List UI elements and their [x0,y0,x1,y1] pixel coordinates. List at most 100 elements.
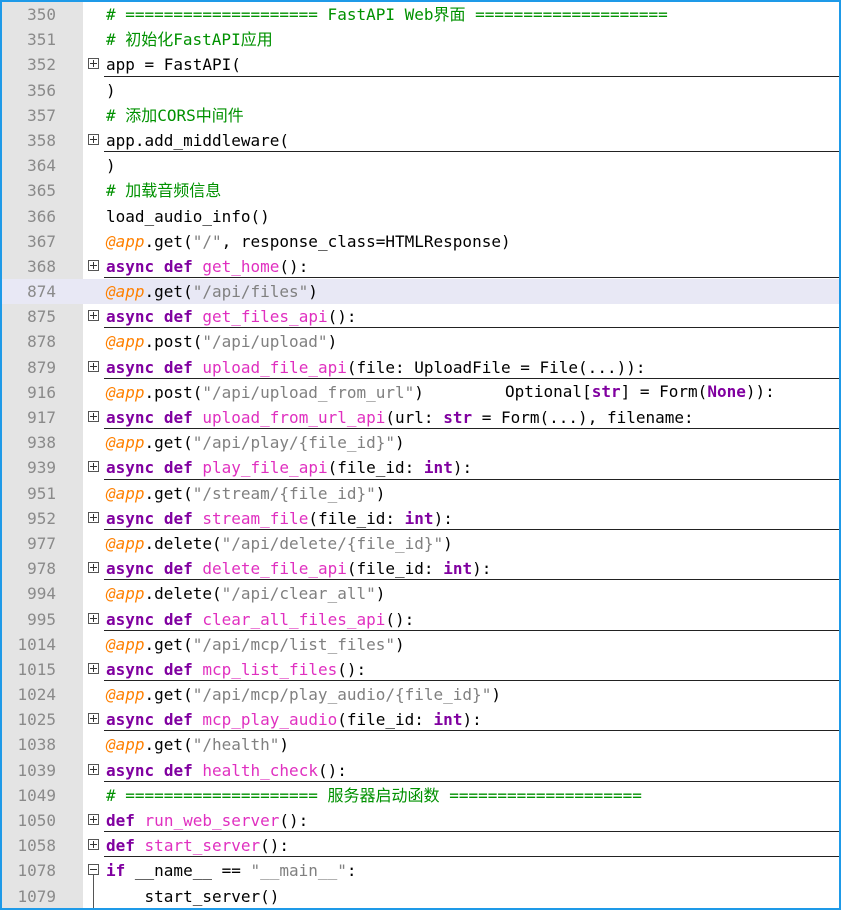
fold-expand-icon[interactable] [88,411,99,422]
code-text[interactable]: async def upload_from_url_api(url: str =… [106,405,694,430]
code-line[interactable]: 356) [2,78,839,103]
code-line[interactable]: 1039 async def health_check(): [2,758,839,783]
code-text[interactable]: async def get_files_api(): [106,304,357,329]
code-text[interactable]: async def mcp_play_audio(file_id: int): [106,707,482,732]
code-line[interactable]: 977 @app.delete("/api/delete/{file_id}") [2,531,839,556]
code-text[interactable]: load_audio_info() [106,204,270,229]
code-text[interactable]: async def health_check(): [106,758,347,783]
code-text[interactable]: async def play_file_api(file_id: int): [106,455,472,480]
code-line[interactable]: 352 app = FastAPI( [2,52,839,77]
code-text[interactable]: @app.post("/api/upload") [106,329,337,354]
fold-expand-icon[interactable] [88,360,99,372]
code-line[interactable]: 994 @app.delete("/api/clear_all") [2,581,839,606]
line-number: 1049 [17,785,56,805]
code-text[interactable]: async def mcp_list_files(): [106,657,366,682]
code-lines: 350 # ==================== FastAPI Web界面 … [2,2,839,908]
code-line[interactable]: 1078 if __name__ == "__main__": [2,858,839,908]
code-line[interactable]: 1079 start_server() [2,884,839,908]
line-number: 951 [27,483,56,503]
code-line[interactable]: 874 @app.get("/api/files") [2,279,839,305]
fold-expand-icon[interactable] [88,58,99,70]
fold-expand-icon[interactable] [88,562,99,574]
line-number: 917 [27,408,56,427]
code-line[interactable]: 916 @app.post("/api/upload_from_url") Opti… [2,380,839,405]
code-line[interactable]: 1015 async def mcp_list_files(): [2,657,839,682]
code-line[interactable]: 366 load_audio_info() [2,204,839,229]
code-line[interactable]: 1024 @app.get("/api/mcp/play_audio/{file_… [2,682,839,707]
code-line[interactable]: 351 # 初始化FastAPI应用 [2,27,839,52]
fold-expand-icon[interactable] [88,713,99,725]
code-text[interactable]: # 加载音频信息 [106,178,221,203]
code-line[interactable]: 350 # ==================== FastAPI Web界面 … [2,2,839,27]
code-line[interactable]: 951 @app.get("/stream/{file_id}") [2,481,839,506]
code-text[interactable]: @app.get("/api/files") [106,279,318,304]
code-line[interactable]: 1014 @app.get("/api/mcp/list_files") [2,632,839,657]
code-line[interactable]: 368 async def get_home(): [2,254,839,279]
line-number: 874 [27,282,56,302]
code-text[interactable]: @app.get("/stream/{file_id}") [106,481,385,506]
line-number: 357 [27,105,56,125]
fold-expand-icon[interactable] [88,511,99,523]
code-text[interactable]: @app.delete("/api/delete/{file_id}") [106,531,453,556]
code-text[interactable]: # ==================== 服务器启动函数 =========… [106,783,642,808]
code-line[interactable]: 917 async def upload_from_url_api(url: st… [2,405,839,430]
code-text[interactable]: # ==================== FastAPI Web界面 ===… [106,2,668,27]
code-text[interactable]: async def stream_file(file_id: int): [106,506,453,531]
code-text[interactable]: @app.get("/", response_class=HTMLRespons… [106,229,511,254]
code-line[interactable]: 1049 # ==================== 服务器启动函数 =====… [2,783,839,808]
fold-expand-icon[interactable] [88,310,99,322]
code-text[interactable]: @app.get("/api/play/{file_id}") [106,430,405,455]
code-text[interactable]: ) [106,153,116,178]
code-line[interactable]: 364) [2,153,839,178]
code-line[interactable]: 357 # 添加CORS中间件 [2,103,839,128]
code-line[interactable]: 1050 def run_web_server(): [2,808,839,833]
line-number: 352 [27,55,56,75]
code-text[interactable]: if __name__ == "__main__": [106,858,356,883]
fold-expand-icon[interactable] [88,662,99,674]
code-text[interactable]: async def upload_file_api(file: UploadFi… [106,355,645,380]
code-line[interactable]: 952 async def stream_file(file_id: int): [2,506,839,531]
line-number: 368 [27,256,56,276]
fold-expand-icon[interactable] [88,133,99,145]
code-line[interactable]: 1058 def start_server(): [2,833,839,858]
code-text[interactable]: @app.get("/health") [106,732,289,757]
line-number: 351 [27,30,56,50]
code-text[interactable]: async def delete_file_api(file_id: int): [106,556,491,581]
fold-expand-icon[interactable] [88,259,99,271]
code-text[interactable]: app = FastAPI( [106,52,241,77]
code-line[interactable]: 878 @app.post("/api/upload") [2,329,839,354]
code-line[interactable]: 875 async def get_files_api(): [2,304,839,329]
code-text[interactable]: # 添加CORS中间件 [106,103,244,128]
code-line[interactable]: 367 @app.get("/", response_class=HTMLResp… [2,229,839,254]
code-text[interactable]: def run_web_server(): [106,808,308,833]
code-text[interactable]: @app.get("/api/mcp/list_files") [106,632,405,657]
fold-expand-icon[interactable] [88,839,99,851]
fold-collapse-icon[interactable] [88,864,99,876]
line-number: 938 [27,433,56,453]
fold-expand-icon[interactable] [88,461,99,473]
fold-expand-icon[interactable] [88,814,99,825]
code-text[interactable]: app.add_middleware( [106,128,289,153]
code-line[interactable]: 995 async def clear_all_files_api(): [2,607,839,632]
code-line[interactable]: 879 async def upload_file_api(file: Uploa… [2,355,839,380]
code-line[interactable]: 365 # 加载音频信息 [2,178,839,203]
code-text[interactable]: @app.get("/api/mcp/play_audio/{file_id}"… [106,682,501,707]
code-text[interactable]: @app.post("/api/upload_from_url") [106,380,424,405]
line-number: 977 [27,533,56,553]
code-line[interactable]: 358 app.add_middleware( [2,128,839,153]
code-text[interactable]: start_server() [106,884,280,908]
code-text[interactable]: def start_server(): [106,833,289,858]
code-editor[interactable]: 350 # ==================== FastAPI Web界面 … [0,0,841,910]
code-line[interactable]: 939 async def play_file_api(file_id: int)… [2,455,839,480]
fold-expand-icon[interactable] [88,763,99,775]
fold-expand-icon[interactable] [88,612,99,624]
code-text[interactable]: @app.delete("/api/clear_all") [106,581,385,606]
code-line[interactable]: 1038 @app.get("/health") [2,732,839,757]
code-line[interactable]: 1025 async def mcp_play_audio(file_id: in… [2,707,839,732]
code-text[interactable]: async def get_home(): [106,254,308,279]
code-text[interactable]: # 初始化FastAPI应用 [106,27,273,52]
code-text[interactable]: ) [106,78,116,103]
code-line[interactable]: 978 async def delete_file_api(file_id: in… [2,556,839,581]
code-line[interactable]: 938 @app.get("/api/play/{file_id}") [2,430,839,455]
code-text[interactable]: async def clear_all_files_api(): [106,607,414,632]
